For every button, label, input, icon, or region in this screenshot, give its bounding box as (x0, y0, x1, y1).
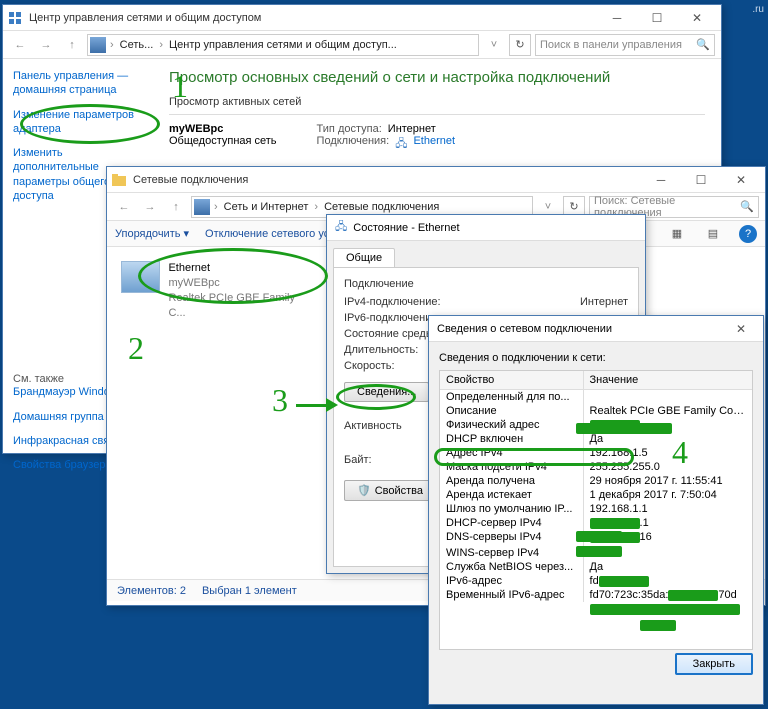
table-row[interactable]: WINS-сервер IPv4 (440, 546, 752, 560)
close-button[interactable]: Закрыть (675, 653, 753, 675)
nav-fwd-button[interactable]: → (139, 196, 161, 218)
dialog-title: Состояние - Ethernet (353, 222, 459, 234)
active-networks-label: Просмотр активных сетей (169, 96, 705, 108)
breadcrumb[interactable]: › Сеть... › Центр управления сетями и об… (87, 34, 479, 56)
close-x-button[interactable]: ✕ (727, 317, 755, 341)
titlebar[interactable]: Сетевые подключения ─ ☐ ✕ (107, 167, 765, 193)
connection-group: Подключение (344, 278, 628, 290)
dialog-titlebar[interactable]: 🖧 Состояние - Ethernet (327, 215, 645, 241)
table-row[interactable]: Аренда истекает1 декабря 2017 г. 7:50:04 (440, 488, 752, 502)
table-row[interactable]: Определенный для по... (440, 390, 752, 404)
close-button[interactable]: ✕ (721, 168, 761, 192)
close-button[interactable]: ✕ (677, 6, 717, 30)
cp-home-link[interactable]: Панель управления — домашняя страница (13, 69, 143, 98)
ethernet-icon: 🖧 (395, 135, 407, 154)
table-row[interactable]: DHCP-сервер IPv4.1 (440, 516, 752, 530)
nav-up-button[interactable]: ↑ (165, 196, 187, 218)
dialog-title: Сведения о сетевом подключении (437, 323, 612, 335)
crumb-dropdown[interactable]: ˅ (483, 34, 505, 56)
window-title: Центр управления сетями и общим доступом (29, 12, 261, 24)
adapter-network: myWEBpc (168, 276, 313, 291)
details-label: Сведения о подключении к сети: (439, 352, 753, 364)
col-value[interactable]: Значение (584, 371, 752, 389)
adapter-name: Ethernet (168, 261, 313, 276)
adapter-device: Realtek PCIe GBE Family C... (168, 291, 313, 321)
connection-details-dialog: Сведения о сетевом подключении ✕ Сведени… (428, 315, 764, 705)
adapter-icon (121, 261, 160, 293)
view-details-button[interactable]: ▤ (703, 224, 723, 244)
address-bar-row: ← → ↑ › Сеть... › Центр управления сетям… (3, 31, 721, 59)
view-icons-button[interactable]: ▦ (667, 224, 687, 244)
adapter-settings-link[interactable]: Изменение параметров адаптера (13, 108, 143, 137)
search-input[interactable]: Поиск в панели управления 🔍 (535, 34, 715, 56)
table-row[interactable]: Физический адрес (440, 418, 752, 432)
table-row[interactable]: Временный IPv6-адресfd70:723c:35da:70d (440, 588, 752, 602)
url-watermark: .ru (752, 4, 764, 15)
minimize-button[interactable]: ─ (597, 6, 637, 30)
table-row[interactable]: DNS-серверы IPv416 (440, 530, 752, 544)
shield-icon: 🛡️ (357, 484, 371, 497)
ethernet-icon: 🖧 (335, 218, 347, 237)
network-name: myWEBpc (169, 123, 277, 135)
folder-icon (111, 172, 127, 188)
nav-up-button[interactable]: ↑ (61, 34, 83, 56)
organize-menu[interactable]: Упорядочить ▾ (115, 227, 189, 240)
table-row[interactable]: Шлюз по умолчанию IP...192.168.1.1 (440, 502, 752, 516)
adapter-item-ethernet[interactable]: Ethernet myWEBpc Realtek PCIe GBE Family… (117, 257, 317, 324)
table-row[interactable]: Служба NetBIOS через...Да (440, 560, 752, 574)
maximize-button[interactable]: ☐ (637, 6, 677, 30)
search-icon: 🔍 (740, 200, 754, 213)
table-row[interactable]: DHCP включенДа (440, 432, 752, 446)
table-row[interactable]: Аренда получена29 ноября 2017 г. 11:55:4… (440, 474, 752, 488)
app-icon (7, 10, 23, 26)
nav-back-button[interactable]: ← (9, 34, 31, 56)
titlebar[interactable]: Центр управления сетями и общим доступом… (3, 5, 721, 31)
pc-icon (90, 37, 106, 53)
table-row[interactable]: Маска подсети IPv4255.255.255.0 (440, 460, 752, 474)
details-button[interactable]: Сведения... (344, 382, 429, 402)
table-row[interactable]: Адрес IPv4192.168.1.5 (440, 446, 752, 460)
item-count: Элементов: 2 (117, 585, 186, 597)
network-type: Общедоступная сеть (169, 135, 277, 147)
help-button[interactable]: ? (739, 225, 757, 243)
ethernet-link[interactable]: Ethernet (413, 135, 455, 154)
nav-fwd-button[interactable]: → (35, 34, 57, 56)
pc-icon (194, 199, 210, 215)
tab-general[interactable]: Общие (333, 248, 395, 267)
table-row[interactable]: IPv6-адресfd (440, 574, 752, 588)
window-title: Сетевые подключения (133, 174, 248, 186)
properties-button[interactable]: 🛡️ Свойства (344, 480, 436, 501)
refresh-button[interactable]: ↻ (509, 34, 531, 56)
page-heading: Просмотр основных сведений о сети и наст… (169, 69, 705, 86)
details-grid: Свойство Значение Определенный для по...… (439, 370, 753, 650)
dialog-titlebar[interactable]: Сведения о сетевом подключении ✕ (429, 316, 763, 342)
minimize-button[interactable]: ─ (641, 168, 681, 192)
access-value: Интернет (388, 123, 436, 135)
maximize-button[interactable]: ☐ (681, 168, 721, 192)
search-icon: 🔍 (696, 38, 710, 51)
table-row[interactable]: ОписаниеRealtek PCIe GBE Family Controll… (440, 404, 752, 418)
selection-count: Выбран 1 элемент (202, 585, 297, 597)
nav-back-button[interactable]: ← (113, 196, 135, 218)
col-property[interactable]: Свойство (440, 371, 584, 389)
